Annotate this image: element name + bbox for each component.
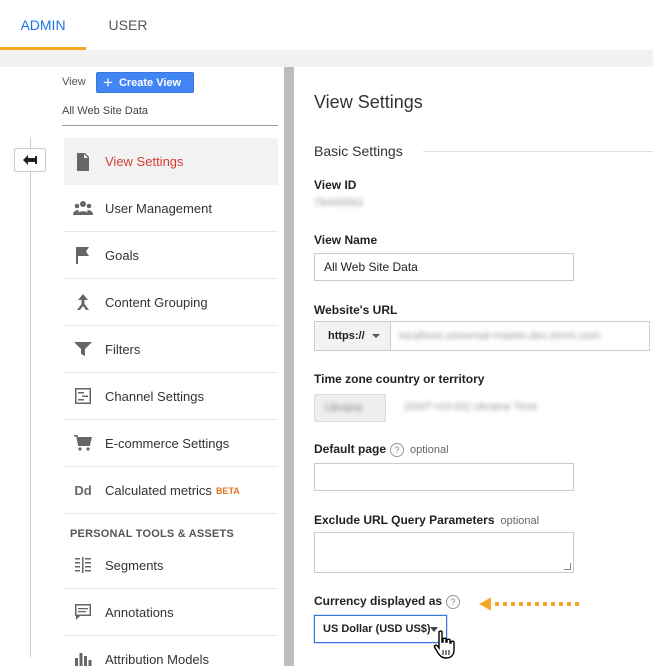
section-divider [423, 151, 653, 152]
left-panel-scrollbar[interactable] [284, 67, 294, 666]
currency-value: US Dollar (USD US$) [323, 623, 431, 635]
section-title: Basic Settings [314, 143, 403, 159]
default-page-input[interactable] [314, 463, 574, 491]
currency-label: Currency displayed as? [314, 594, 461, 609]
view-name-label: View Name [314, 233, 378, 247]
menu-item-label: User Management [105, 200, 212, 216]
tab-admin[interactable]: ADMIN [0, 0, 86, 50]
exclude-params-textarea[interactable] [314, 532, 574, 573]
panel-divider-line [30, 137, 31, 657]
menu-item-filters[interactable]: Filters [64, 326, 278, 373]
view-name-input[interactable]: All Web Site Data [314, 253, 574, 281]
header-divider [0, 50, 653, 67]
default-page-label: Default page? optional [314, 442, 449, 457]
menu-item-user-management[interactable]: User Management [64, 185, 278, 232]
personal-tools-header: PERSONAL TOOLS & ASSETS [70, 528, 234, 540]
exclude-params-label: Exclude URL Query Parameters optional [314, 513, 539, 527]
menu-item-label: Content Grouping [105, 294, 208, 310]
menu-item-goals[interactable]: Goals [64, 232, 278, 279]
hand-cursor-icon [433, 630, 455, 659]
filter-icon [72, 338, 94, 360]
menu-item-label: Filters [105, 341, 141, 357]
menu-item-label: Channel Settings [105, 388, 205, 404]
optional-text: optional [410, 444, 449, 456]
default-page-label-text: Default page [314, 442, 387, 456]
view-settings-panel: View Settings Basic Settings View ID 784… [300, 67, 653, 666]
menu-item-label: Segments [105, 557, 164, 573]
website-url-field: https:// localhost.universal-master.dev.… [314, 321, 650, 351]
top-tab-bar: ADMIN USER [0, 0, 653, 50]
channel-settings-icon [72, 385, 94, 407]
back-arrow-icon [23, 155, 37, 165]
website-url-input[interactable]: localhost.universal-master.dev.zinrm.com [399, 330, 600, 342]
menu-item-label: Attribution Models [105, 651, 210, 666]
dotted-arrow-icon [479, 597, 581, 611]
create-view-button[interactable]: + Create View [96, 72, 194, 93]
view-selector[interactable]: All Web Site Data [62, 105, 148, 117]
menu-item-view-settings[interactable]: View Settings [64, 138, 278, 185]
menu-item-ecommerce-settings[interactable]: E-commerce Settings [64, 420, 278, 467]
tools-menu: Segments Annotations Attribution Models [64, 542, 278, 666]
view-id-value: 78449563 [314, 197, 363, 209]
timezone-label: Time zone country or territory [314, 372, 485, 386]
currency-label-text: Currency displayed as [314, 594, 443, 608]
menu-item-channel-settings[interactable]: Channel Settings [64, 373, 278, 420]
admin-left-panel: View + Create View All Web Site Data Vie… [0, 67, 300, 666]
view-selector-underline [62, 125, 278, 126]
flag-icon [72, 244, 94, 266]
menu-item-segments[interactable]: Segments [64, 542, 278, 589]
bar-chart-icon [72, 648, 94, 666]
tab-user[interactable]: USER [86, 0, 170, 50]
website-url-label: Website's URL [314, 303, 398, 317]
protocol-select[interactable]: https:// [315, 322, 391, 350]
menu-item-label: E-commerce Settings [105, 435, 230, 451]
help-icon[interactable]: ? [446, 594, 461, 609]
collapse-back-button[interactable] [14, 148, 46, 172]
help-icon[interactable]: ? [390, 442, 405, 457]
create-view-label: Create View [118, 76, 182, 89]
timezone-country-value: Ukraine [325, 402, 363, 414]
menu-item-calculated-metrics[interactable]: Dd Calculated metrics BETA [64, 467, 278, 514]
document-icon [72, 151, 94, 173]
content-grouping-icon [72, 291, 94, 313]
currency-select[interactable]: US Dollar (USD US$) [314, 615, 447, 643]
menu-item-label: View Settings [105, 154, 184, 169]
menu-item-label: Goals [105, 247, 139, 263]
menu-item-content-grouping[interactable]: Content Grouping [64, 279, 278, 326]
menu-item-attribution-models[interactable]: Attribution Models [64, 636, 278, 666]
timezone-value[interactable]: (GMT+03:00) Ukraine Time [404, 401, 538, 413]
timezone-country-select[interactable]: Ukraine [314, 394, 386, 422]
cart-icon [72, 432, 94, 454]
chevron-down-icon [372, 334, 380, 338]
menu-item-label: Calculated metrics [105, 482, 212, 498]
view-menu: View Settings User Management Goals Cont… [64, 138, 278, 514]
view-label: View [62, 76, 86, 88]
plus-icon: + [103, 73, 113, 92]
annotations-icon [72, 601, 94, 623]
resize-handle-icon[interactable] [564, 563, 571, 570]
segments-icon [72, 554, 94, 576]
view-id-label: View ID [314, 178, 357, 192]
exclude-params-label-text: Exclude URL Query Parameters [314, 513, 495, 527]
dd-icon: Dd [74, 482, 92, 498]
protocol-value: https:// [328, 330, 365, 342]
page-title: View Settings [314, 92, 423, 112]
menu-item-label: Annotations [105, 604, 174, 620]
beta-badge: BETA [215, 485, 240, 496]
optional-text: optional [500, 515, 540, 527]
menu-item-annotations[interactable]: Annotations [64, 589, 278, 636]
users-icon [72, 197, 94, 219]
